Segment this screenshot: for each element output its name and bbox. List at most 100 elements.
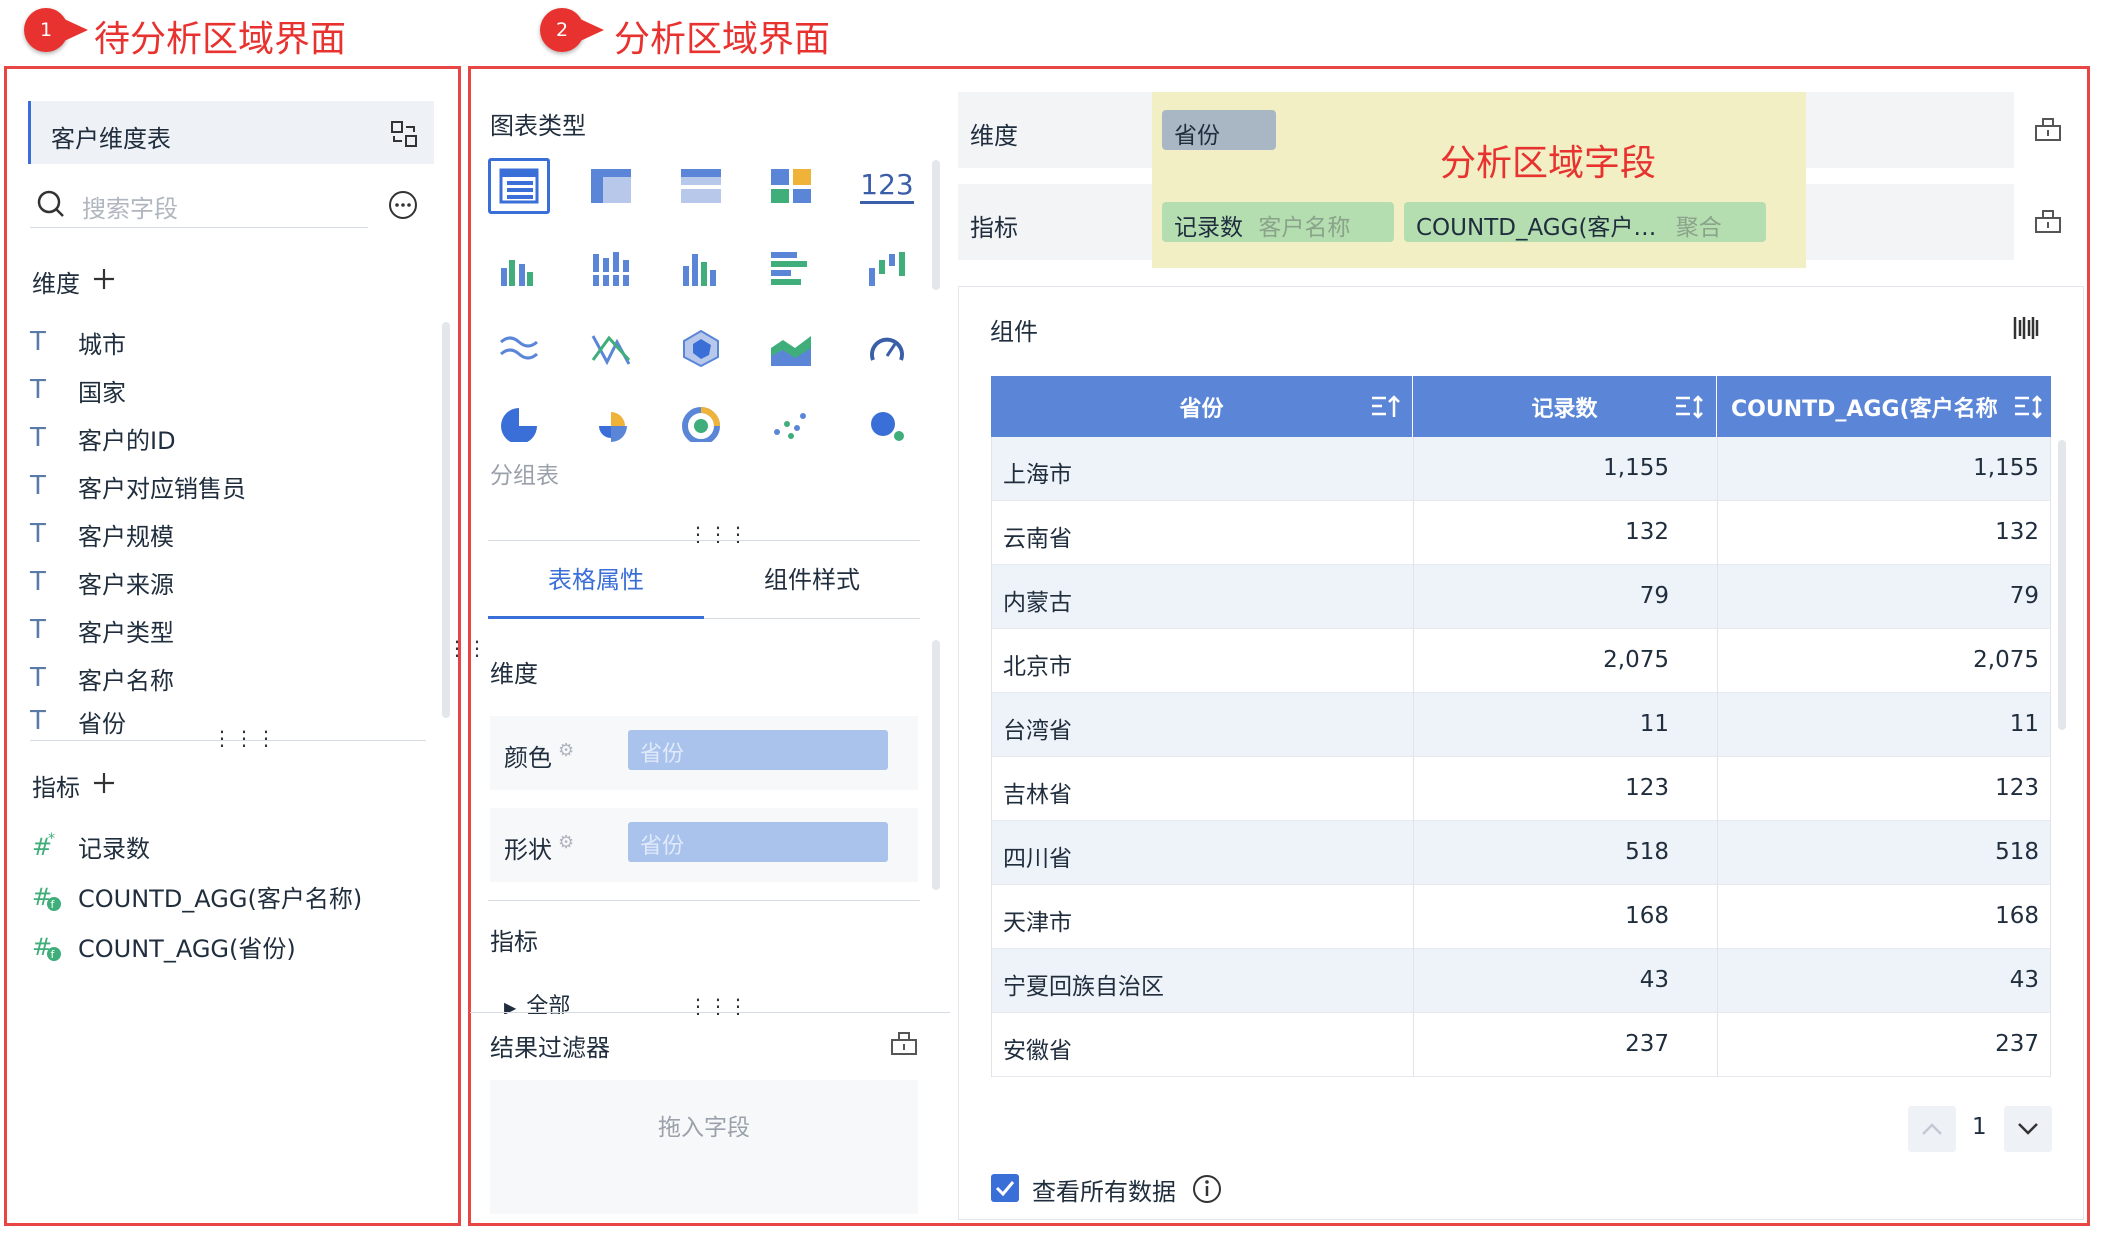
table-row[interactable]: 内蒙古 79 79 [991, 565, 2051, 629]
table-row[interactable]: 北京市 2,075 2,075 [991, 629, 2051, 693]
table-row[interactable]: 宁夏回族自治区 43 43 [991, 949, 2051, 1013]
chart-type-kpi[interactable]: 123 [856, 158, 918, 214]
dimension-field[interactable]: T 客户对应销售员 [30, 466, 246, 506]
measure-pill[interactable]: COUNTD_AGG(客户… 聚合 [1404, 202, 1766, 242]
chart-type-line[interactable] [488, 320, 550, 376]
chart-type-gauge[interactable] [856, 320, 918, 376]
sort-icon[interactable] [2013, 393, 2043, 421]
resize-handle[interactable]: ⋮⋮⋮ [688, 994, 748, 1018]
table-row[interactable]: 台湾省 11 11 [991, 693, 2051, 757]
table-scrollbar[interactable] [2058, 440, 2066, 730]
measure-field[interactable]: # f COUNTD_AGG(客户名称) [30, 876, 362, 916]
search-placeholder: 搜索字段 [82, 195, 178, 223]
divider [704, 618, 920, 619]
divider [470, 1012, 950, 1013]
resize-handle[interactable]: ⋮⋮⋮ [212, 726, 278, 750]
component-title: 组件 [990, 318, 1038, 346]
chart-type-horizontal-bar[interactable] [760, 240, 822, 296]
previous-page-button[interactable] [1908, 1106, 1956, 1152]
sort-icon[interactable] [1674, 393, 1704, 421]
switch-table-icon[interactable] [389, 119, 419, 149]
chart-type-card[interactable] [760, 158, 822, 214]
dimension-field[interactable]: T 客户名称 [30, 658, 174, 698]
table-border [2050, 437, 2051, 1077]
tab-component-style[interactable]: 组件样式 [764, 560, 860, 595]
chart-type-detail-table[interactable] [670, 158, 732, 214]
clear-dimension-icon[interactable] [2034, 116, 2062, 142]
expand-all-row[interactable]: ▶ 全部 [504, 988, 570, 1014]
table-row[interactable]: 安徽省 237 237 [991, 1013, 2051, 1077]
next-page-button[interactable] [2004, 1106, 2052, 1152]
column-header[interactable]: 记录数 [1413, 376, 1717, 437]
dimension-field[interactable]: T 省份 [30, 706, 126, 736]
view-all-data-checkbox[interactable] [991, 1174, 1019, 1202]
column-header[interactable]: COUNTD_AGG(客户名称 [1717, 376, 2051, 437]
table-row[interactable]: 吉林省 123 123 [991, 757, 2051, 821]
text-type-icon: T [30, 327, 46, 357]
shape-field-pill[interactable]: 省份 [628, 822, 888, 862]
panel-resize-handle[interactable]: ⋮⋮ [447, 636, 487, 660]
measure-field[interactable]: # f COUNT_AGG(省份) [30, 926, 296, 966]
chart-type-bubble[interactable] [856, 396, 918, 452]
dimension-field[interactable]: T 城市 [30, 322, 126, 362]
gauge-icon [870, 337, 904, 361]
barcode-icon[interactable] [2012, 314, 2040, 342]
chart-type-grouped-bar[interactable] [488, 240, 550, 296]
table-selector[interactable]: 客户维度表 [28, 101, 434, 164]
chart-type-name: 分组表 [490, 463, 559, 489]
measure-pill[interactable]: 记录数 客户名称 [1162, 202, 1394, 242]
sort-ascending-icon[interactable] [1370, 393, 1400, 421]
chart-type-waterfall[interactable] [856, 240, 918, 296]
page-number: 1 [1972, 1114, 1987, 1140]
bar-chart-icon [683, 254, 716, 286]
column-divider [1717, 437, 1718, 1077]
annotation-badge-1: 1 [24, 8, 88, 52]
props-dimension-label: 维度 [490, 660, 538, 688]
chart-type-bar[interactable] [670, 240, 732, 296]
radar-icon [683, 329, 719, 367]
chart-type-scrollbar[interactable] [932, 160, 940, 290]
table-row[interactable]: 四川省 518 518 [991, 821, 2051, 885]
chart-type-radar[interactable] [670, 320, 732, 376]
pie-icon [501, 408, 537, 442]
dimension-field[interactable]: T 客户来源 [30, 562, 174, 602]
props-scrollbar[interactable] [932, 640, 940, 890]
dimension-field[interactable]: T 客户的ID [30, 418, 176, 458]
color-field-pill[interactable]: 省份 [628, 730, 888, 770]
clear-filter-icon[interactable] [890, 1030, 918, 1056]
chart-type-cross-table[interactable] [580, 158, 642, 214]
table-row[interactable]: 天津市 168 168 [991, 885, 2051, 949]
gear-icon[interactable]: ⚙ [558, 740, 574, 761]
chart-type-pie[interactable] [488, 396, 550, 452]
resize-handle[interactable]: ⋮⋮⋮ [688, 522, 748, 546]
clear-measure-icon[interactable] [2034, 208, 2062, 234]
chart-type-stacked-bar[interactable] [580, 240, 642, 296]
card-icon [771, 169, 811, 203]
chart-type-sunburst[interactable] [670, 396, 732, 452]
measure-field[interactable]: # * 记录数 [30, 826, 150, 866]
chart-type-combo[interactable] [580, 320, 642, 376]
add-dimension-icon[interactable] [92, 267, 116, 291]
dimension-field[interactable]: T 客户类型 [30, 610, 174, 650]
tab-table-properties[interactable]: 表格属性 [548, 560, 644, 595]
column-header[interactable]: 省份 [991, 376, 1413, 437]
add-measure-icon[interactable] [92, 771, 116, 795]
chart-type-scatter[interactable] [760, 396, 822, 452]
column-divider [1413, 437, 1414, 1077]
dimension-field[interactable]: T 国家 [30, 370, 126, 410]
chevron-down-icon [2018, 1123, 2038, 1135]
text-type-icon: T [30, 706, 46, 736]
chart-type-grouped-table[interactable] [488, 158, 550, 214]
dimension-pill[interactable]: 省份 [1162, 110, 1276, 150]
table-row[interactable]: 上海市 1,155 1,155 [991, 437, 2051, 501]
chart-type-rose[interactable] [580, 396, 642, 452]
table-row[interactable]: 云南省 132 132 [991, 501, 2051, 565]
chart-type-area[interactable] [760, 320, 822, 376]
info-icon[interactable] [1192, 1174, 1222, 1204]
more-options-icon[interactable] [388, 190, 418, 220]
color-mark-row: 颜色 ⚙ 省份 [490, 716, 918, 790]
filter-drop-zone[interactable]: 拖入字段 [490, 1080, 918, 1214]
field-search-input[interactable]: 搜索字段 [30, 182, 368, 228]
gear-icon[interactable]: ⚙ [558, 832, 574, 853]
dimension-field[interactable]: T 客户规模 [30, 514, 174, 554]
